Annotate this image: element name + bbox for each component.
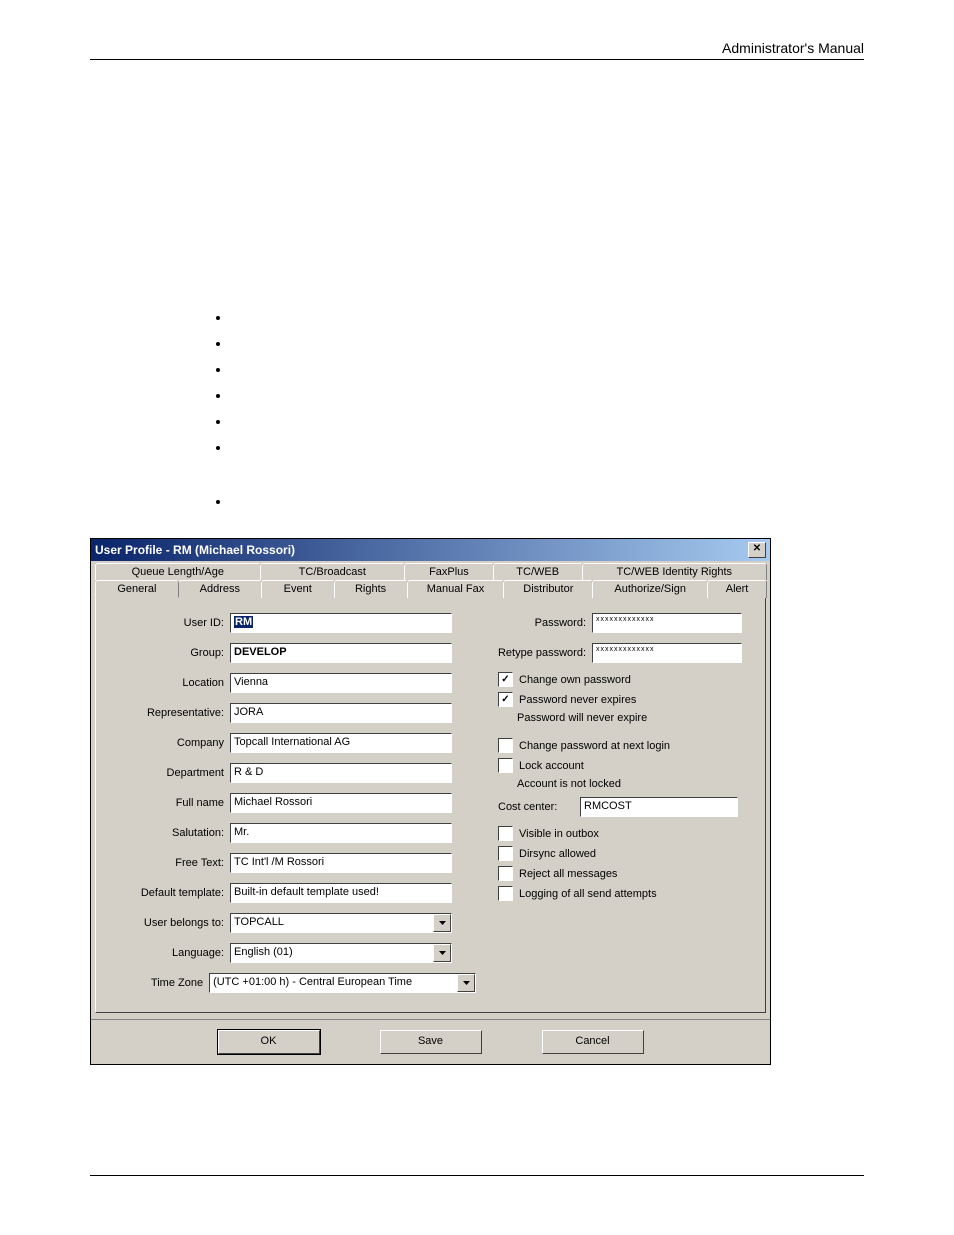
tab-authorize-sign[interactable]: Authorize/Sign bbox=[592, 580, 708, 598]
label-language: Language: bbox=[106, 947, 230, 959]
label-user-belongs: User belongs to: bbox=[106, 917, 230, 929]
tab-tcweb-identity[interactable]: TC/WEB Identity Rights bbox=[582, 563, 767, 580]
checkbox-change-next[interactable] bbox=[498, 738, 513, 753]
save-button[interactable]: Save bbox=[380, 1030, 482, 1054]
checkbox-row-change-own[interactable]: ✓ Change own password bbox=[498, 672, 755, 687]
checkbox-row-change-next[interactable]: Change password at next login bbox=[498, 738, 755, 753]
user-profile-dialog: User Profile - RM (Michael Rossori) ✕ Qu… bbox=[90, 538, 771, 1065]
cancel-button[interactable]: Cancel bbox=[542, 1030, 644, 1054]
label-timezone: Time Zone bbox=[106, 977, 209, 989]
label-default-template: Default template: bbox=[106, 887, 230, 899]
checkbox-visible-outbox[interactable] bbox=[498, 826, 513, 841]
checkbox-row-reject-all[interactable]: Reject all messages bbox=[498, 866, 755, 881]
ok-button[interactable]: OK bbox=[218, 1030, 320, 1054]
tab-tcweb[interactable]: TC/WEB bbox=[493, 563, 583, 580]
checkbox-dirsync[interactable] bbox=[498, 846, 513, 861]
label-reject-all: Reject all messages bbox=[519, 868, 617, 880]
select-timezone[interactable]: (UTC +01:00 h) - Central European Time bbox=[209, 973, 476, 993]
label-logging: Logging of all send attempts bbox=[519, 888, 657, 900]
input-retype-password[interactable]: xxxxxxxxxxxxx bbox=[592, 643, 742, 663]
tab-distributor[interactable]: Distributor bbox=[503, 580, 593, 598]
checkbox-change-own[interactable]: ✓ bbox=[498, 672, 513, 687]
input-representative[interactable]: JORA bbox=[230, 703, 452, 723]
chevron-down-icon[interactable] bbox=[433, 944, 451, 962]
label-fullname: Full name bbox=[106, 797, 230, 809]
checkbox-row-never-expires[interactable]: ✓ Password never expires bbox=[498, 692, 755, 707]
checkbox-row-logging[interactable]: Logging of all send attempts bbox=[498, 886, 755, 901]
label-dirsync: Dirsync allowed bbox=[519, 848, 596, 860]
input-freetext[interactable]: TC Int'l /M Rossori bbox=[230, 853, 452, 873]
input-user-id[interactable]: RM bbox=[230, 613, 452, 633]
select-language[interactable]: English (01) bbox=[230, 943, 452, 963]
label-salutation: Salutation: bbox=[106, 827, 230, 839]
checkbox-never-expires[interactable]: ✓ bbox=[498, 692, 513, 707]
checkbox-row-lock-account[interactable]: Lock account bbox=[498, 758, 755, 773]
chevron-down-icon[interactable] bbox=[433, 914, 451, 932]
label-visible-outbox: Visible in outbox bbox=[519, 828, 599, 840]
tab-queue-length[interactable]: Queue Length/Age bbox=[95, 563, 261, 580]
label-lock-account: Lock account bbox=[519, 760, 584, 772]
label-representative: Representative: bbox=[106, 707, 230, 719]
tab-event[interactable]: Event bbox=[261, 580, 335, 598]
text-account-not-locked: Account is not locked bbox=[517, 778, 755, 790]
chevron-down-icon[interactable] bbox=[457, 974, 475, 992]
close-icon[interactable]: ✕ bbox=[748, 542, 766, 558]
checkbox-reject-all[interactable] bbox=[498, 866, 513, 881]
checkbox-row-visible-outbox[interactable]: Visible in outbox bbox=[498, 826, 755, 841]
label-change-next: Change password at next login bbox=[519, 740, 670, 752]
label-location: Location bbox=[106, 677, 230, 689]
select-user-belongs[interactable]: TOPCALL bbox=[230, 913, 452, 933]
label-department: Department bbox=[106, 767, 230, 779]
tab-alert[interactable]: Alert bbox=[707, 580, 767, 598]
input-location[interactable]: Vienna bbox=[230, 673, 452, 693]
text-will-never-expire: Password will never expire bbox=[517, 712, 755, 724]
bullet-list bbox=[190, 310, 864, 508]
label-user-id: User ID: bbox=[106, 617, 230, 629]
checkbox-lock-account[interactable] bbox=[498, 758, 513, 773]
label-password: Password: bbox=[486, 617, 592, 629]
input-default-template[interactable]: Built-in default template used! bbox=[230, 883, 452, 903]
label-cost-center: Cost center: bbox=[486, 801, 580, 813]
input-password[interactable]: xxxxxxxxxxxxx bbox=[592, 613, 742, 633]
tab-tc-broadcast[interactable]: TC/Broadcast bbox=[260, 563, 406, 580]
page-header: Administrator's Manual bbox=[90, 40, 864, 56]
tab-row-back: Queue Length/Age TC/Broadcast FaxPlus TC… bbox=[95, 563, 766, 580]
input-company[interactable]: Topcall International AG bbox=[230, 733, 452, 753]
tab-rights[interactable]: Rights bbox=[334, 580, 408, 598]
input-salutation[interactable]: Mr. bbox=[230, 823, 452, 843]
tab-row-front: General Address Event Rights Manual Fax … bbox=[95, 580, 766, 598]
input-cost-center[interactable]: RMCOST bbox=[580, 797, 738, 817]
label-change-own: Change own password bbox=[519, 674, 631, 686]
tab-address[interactable]: Address bbox=[178, 580, 262, 598]
label-group: Group: bbox=[106, 647, 230, 659]
tab-general[interactable]: General bbox=[95, 580, 179, 598]
label-never-expires: Password never expires bbox=[519, 694, 636, 706]
title-bar: User Profile - RM (Michael Rossori) ✕ bbox=[91, 539, 770, 561]
window-title: User Profile - RM (Michael Rossori) bbox=[95, 543, 295, 557]
checkbox-row-dirsync[interactable]: Dirsync allowed bbox=[498, 846, 755, 861]
checkbox-logging[interactable] bbox=[498, 886, 513, 901]
input-group[interactable]: DEVELOP bbox=[230, 643, 452, 663]
input-fullname[interactable]: Michael Rossori bbox=[230, 793, 452, 813]
label-freetext: Free Text: bbox=[106, 857, 230, 869]
tab-faxplus[interactable]: FaxPlus bbox=[404, 563, 494, 580]
label-company: Company bbox=[106, 737, 230, 749]
tab-manual-fax[interactable]: Manual Fax bbox=[407, 580, 505, 598]
label-retype-password: Retype password: bbox=[486, 647, 592, 659]
input-department[interactable]: R & D bbox=[230, 763, 452, 783]
